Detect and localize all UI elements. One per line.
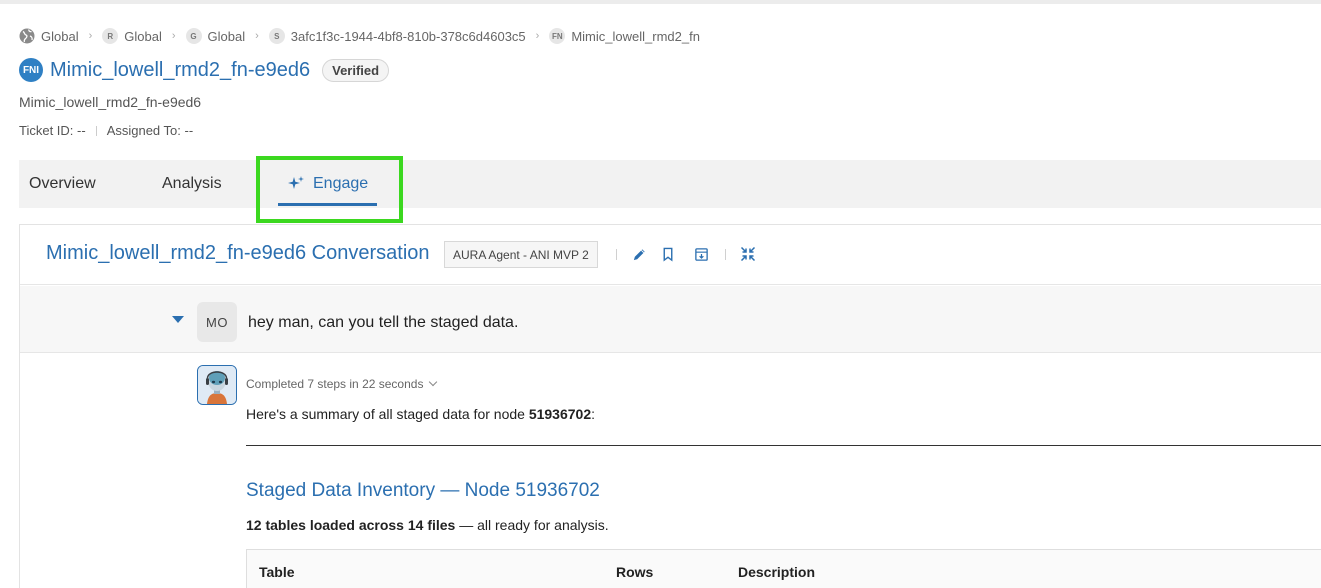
breadcrumb-label: Global: [41, 28, 79, 44]
tab-bar: Overview Analysis Engage: [19, 160, 1321, 208]
entity-type-badge: FNI: [19, 58, 43, 82]
breadcrumb-item-group[interactable]: G Global: [185, 28, 246, 44]
breadcrumb-badge: G: [185, 28, 202, 44]
inventory-note-rest: — all ready for analysis.: [455, 517, 609, 533]
user-message-row: MO hey man, can you tell the staged data…: [20, 286, 1321, 353]
inventory-note-bold: 12 tables loaded across 14 files: [246, 517, 456, 533]
response-summary: Here's a summary of all staged data for …: [246, 406, 595, 422]
tab-analysis[interactable]: Analysis: [162, 160, 222, 208]
breadcrumb-badge: S: [268, 28, 285, 44]
column-header-rows: Rows: [616, 564, 654, 580]
top-bar: [0, 0, 1321, 4]
globe-icon: [19, 28, 35, 44]
column-header-description: Description: [738, 564, 816, 580]
inventory-note: 12 tables loaded across 14 files — all r…: [246, 517, 609, 533]
breadcrumb-badge: R: [102, 28, 119, 44]
steps-toggle[interactable]: Completed 7 steps in 22 seconds: [246, 377, 438, 391]
avatar: MO: [197, 302, 237, 342]
inventory-table: Table Rows Description: [246, 549, 1321, 588]
summary-node: 51936702: [528, 406, 592, 422]
ticket-id: Ticket ID: --: [19, 123, 86, 138]
chevron-down-icon: [429, 377, 438, 387]
breadcrumb-label: Global: [124, 28, 162, 44]
conversation-header: Mimic_lowell_rmd2_fn-e9ed6 Conversation …: [20, 225, 1321, 285]
highlight-box: [256, 156, 403, 223]
conversation-title: Mimic_lowell_rmd2_fn-e9ed6 Conversation: [46, 242, 430, 264]
divider: [616, 249, 617, 260]
tab-overview[interactable]: Overview: [29, 160, 96, 208]
user-message: hey man, can you tell the staged data.: [248, 314, 519, 331]
pencil-icon[interactable]: [630, 245, 648, 263]
page-subtitle: Mimic_lowell_rmd2_fn-e9ed6: [19, 94, 202, 110]
divider: [95, 125, 97, 136]
summary-prefix: Here's a summary of all staged data for …: [246, 406, 529, 422]
chevron-right-icon: ›: [88, 30, 93, 42]
chevron-right-icon: ›: [535, 30, 540, 42]
agent-chip: AURA Agent - ANI MVP 2: [444, 241, 598, 268]
summary-suffix: :: [591, 406, 596, 422]
breadcrumb-label: 3afc1f3c-1944-4bf8-810b-378c6d4603c5: [290, 28, 526, 44]
breadcrumb: Global › R Global › G Global › S 3afc1f3…: [19, 27, 700, 45]
status-badge: Verified: [322, 58, 390, 82]
archive-download-icon[interactable]: [692, 245, 710, 263]
caret-down-icon[interactable]: [172, 316, 184, 323]
ticket-meta: Ticket ID: -- Assigned To: --: [19, 123, 193, 138]
breadcrumb-badge: FN: [549, 28, 566, 44]
horizontal-rule: [246, 445, 1321, 446]
assigned-to: Assigned To: --: [106, 123, 194, 138]
breadcrumb-label: Global: [207, 28, 246, 44]
steps-summary: Completed 7 steps in 22 seconds: [246, 377, 424, 391]
breadcrumb-item-function[interactable]: FN Mimic_lowell_rmd2_fn: [549, 28, 700, 44]
chevron-right-icon: ›: [255, 30, 259, 42]
breadcrumb-item-global[interactable]: Global: [19, 28, 79, 44]
breadcrumb-item-site[interactable]: S 3afc1f3c-1944-4bf8-810b-378c6d4603c5: [268, 28, 526, 44]
collapse-icon[interactable]: [739, 245, 757, 263]
bookmark-icon[interactable]: [659, 245, 677, 263]
agent-response: Completed 7 steps in 22 seconds Here's a…: [20, 354, 1321, 588]
breadcrumb-item-region[interactable]: R Global: [102, 28, 162, 44]
column-header-table: Table: [259, 564, 295, 580]
inventory-heading: Staged Data Inventory — Node 51936702: [246, 480, 600, 501]
chevron-right-icon: ›: [171, 30, 176, 42]
page-title: Mimic_lowell_rmd2_fn-e9ed6: [50, 58, 311, 81]
breadcrumb-label: Mimic_lowell_rmd2_fn: [571, 28, 700, 44]
robot-avatar-icon: [197, 365, 237, 405]
conversation-panel: Mimic_lowell_rmd2_fn-e9ed6 Conversation …: [19, 224, 1321, 588]
title-row: FNI Mimic_lowell_rmd2_fn-e9ed6 Verified: [19, 58, 390, 82]
divider: [725, 249, 726, 260]
